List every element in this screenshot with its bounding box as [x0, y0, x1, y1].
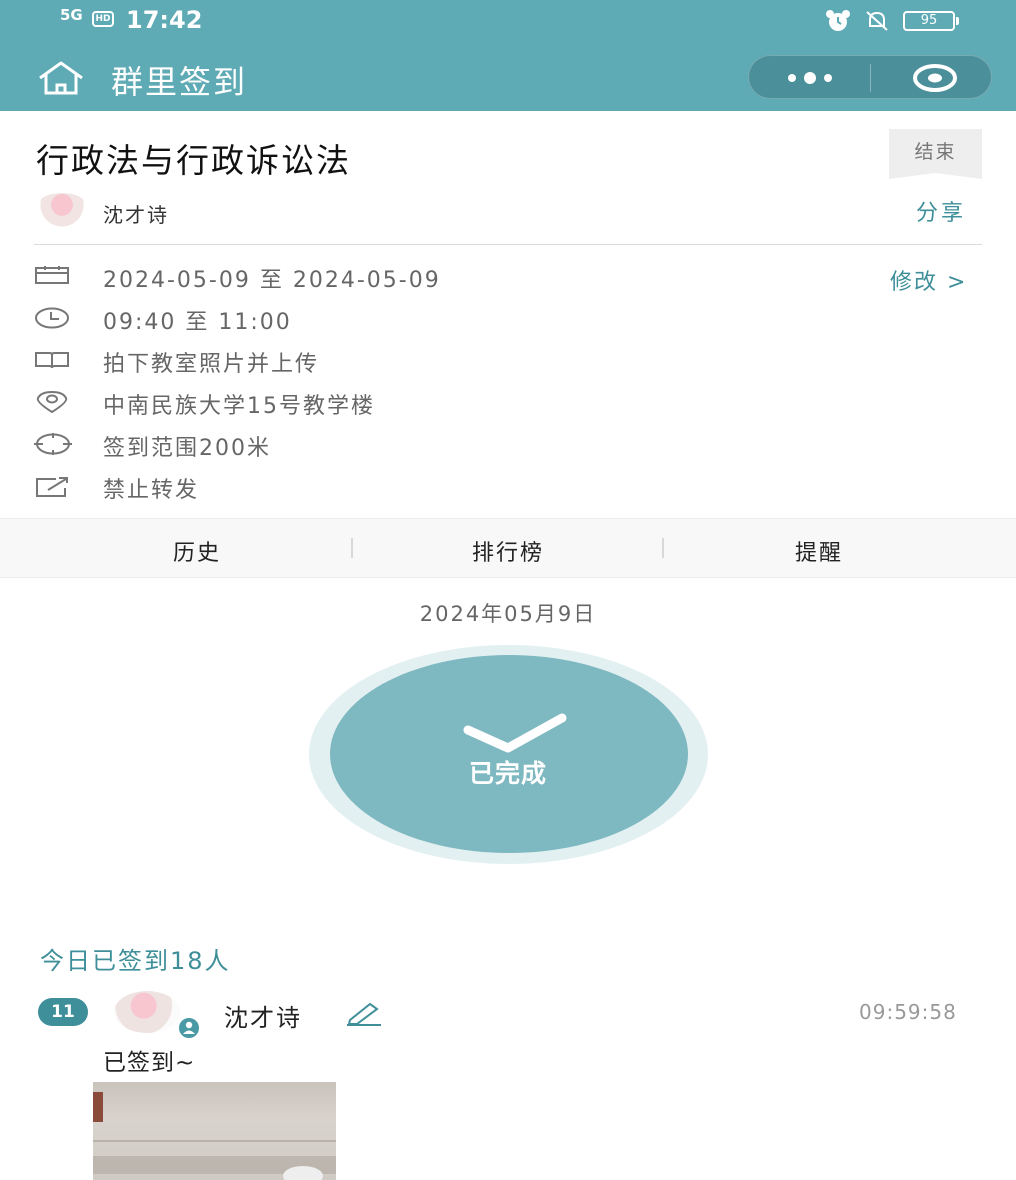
tab-separator — [351, 538, 353, 558]
battery-tip — [956, 17, 959, 25]
forward-text: 禁止转发 — [103, 478, 200, 503]
task-description: 拍下教室照片并上传 — [103, 352, 320, 377]
user-badge-icon — [177, 1016, 201, 1040]
entry-time: 09:59:58 — [859, 1000, 957, 1024]
avatar — [34, 193, 90, 227]
range-text: 签到范围200米 — [103, 436, 271, 461]
location-text: 中南民族大学15号教学楼 — [103, 394, 375, 419]
share-box-icon — [36, 477, 68, 497]
network-indicator: 5G — [60, 6, 83, 24]
tab-history[interactable]: 历史 — [97, 535, 297, 567]
edit-button[interactable]: 修改 > — [890, 264, 967, 296]
tab-separator — [662, 538, 664, 558]
page-title: 群里签到 — [111, 63, 248, 101]
more-icon[interactable] — [786, 70, 836, 86]
checkin-date: 2024年05月9日 — [419, 602, 597, 626]
checkin-count: 今日已签到18人 — [40, 947, 231, 975]
divider — [34, 244, 982, 245]
share-button[interactable]: 分享 — [916, 195, 966, 227]
close-target-icon[interactable] — [912, 64, 958, 92]
home-icon[interactable] — [36, 60, 86, 96]
time-range: 09:40 至 11:00 — [103, 310, 292, 335]
calendar-icon — [35, 266, 69, 284]
check-icon — [463, 713, 567, 753]
event-title: 行政法与行政诉讼法 — [36, 141, 351, 180]
location-icon — [36, 390, 68, 414]
entry-name: 沈才诗 — [224, 1004, 302, 1032]
date-range: 2024-05-09 至 2024-05-09 — [103, 268, 441, 293]
tab-reminder[interactable]: 提醒 — [719, 535, 919, 567]
status-badge[interactable]: 结束 — [889, 129, 982, 179]
creator-name: 沈才诗 — [103, 203, 169, 227]
book-icon — [35, 352, 69, 369]
avatar[interactable] — [114, 991, 180, 1033]
status-time: 17:42 — [126, 6, 203, 34]
clock-icon — [35, 307, 69, 329]
mute-bell-icon — [866, 11, 888, 31]
hd-badge: HD — [92, 11, 114, 27]
pencil-icon[interactable] — [346, 1000, 382, 1026]
rank-badge: 11 — [38, 998, 88, 1026]
alarm-icon — [826, 10, 850, 31]
checkin-status: 已完成 — [468, 759, 547, 788]
classroom-photo[interactable] — [93, 1082, 336, 1180]
battery-indicator: 95 — [903, 11, 955, 31]
crosshair-icon — [34, 433, 72, 455]
capsule-divider — [870, 64, 871, 92]
entry-message: 已签到~ — [103, 1050, 196, 1076]
tab-leaderboard[interactable]: 排行榜 — [408, 535, 608, 567]
